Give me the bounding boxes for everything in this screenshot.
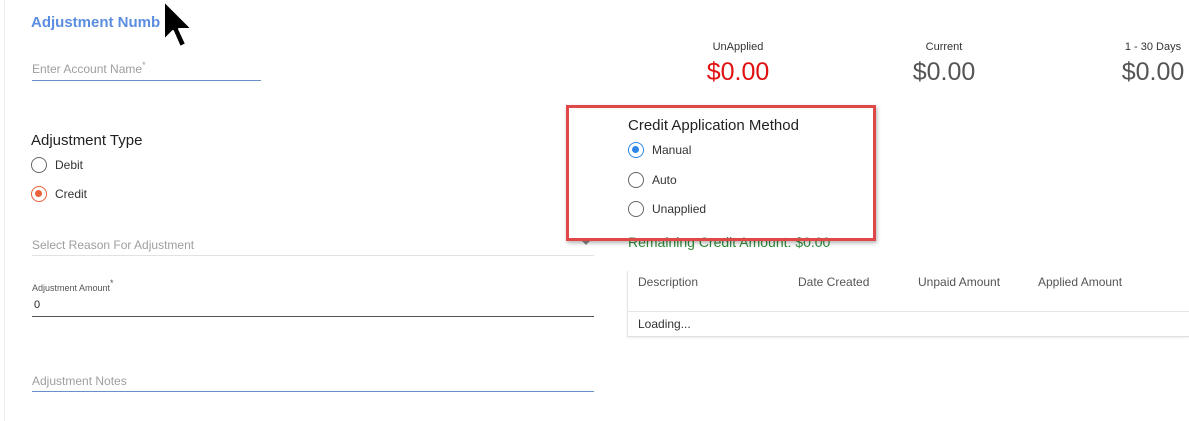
caret-down-icon [582,241,590,245]
account-name-input[interactable]: Enter Account Name* [32,60,261,81]
summary-1-30-days: 1 - 30 Days $0.00 [1105,41,1189,87]
radio-manual-label: Manual [652,143,692,157]
radio-unapplied[interactable]: Unapplied [628,201,706,217]
radio-credit[interactable]: Credit [31,186,87,202]
radio-credit-label: Credit [55,187,88,201]
radio-unapplied-circle[interactable] [628,201,644,217]
radio-debit-label: Debit [55,158,84,172]
adjustment-reason-placeholder: Select Reason For Adjustment [32,238,195,252]
radio-manual-circle[interactable] [628,142,644,158]
adjustment-type-label: Adjustment Type [31,132,143,149]
adjustment-notes-underline [32,391,594,392]
table-loading-text: Loading... [638,317,691,331]
adjustment-amount-input[interactable]: Adjustment Amount* 0 [32,278,594,318]
column-header-date-created[interactable]: Date Created [798,275,869,289]
summary-current-value: $0.00 [912,58,976,86]
radio-auto-circle[interactable] [628,172,644,188]
adjustment-number-title: Adjustment Numb [31,14,161,31]
summary-1-30-days-value: $0.00 [1121,58,1185,86]
summary-unapplied-label: UnApplied [712,41,764,53]
account-name-placeholder: Enter Account Name* [32,60,146,76]
column-header-applied-amount[interactable]: Applied Amount [1038,275,1122,289]
remaining-credit-amount: Remaining Credit Amount: $0.00 [628,234,831,250]
summary-unapplied-value: $0.00 [706,58,770,86]
summary-1-30-days-label: 1 - 30 Days [1124,41,1182,53]
column-header-description[interactable]: Description [638,275,698,289]
radio-debit-circle[interactable] [31,157,47,173]
adjustment-amount-underline [32,316,594,317]
radio-unapplied-label: Unapplied [652,202,707,216]
mouse-pointer-icon [163,0,193,48]
adjustment-amount-value: 0 [34,299,41,311]
left-border [4,0,5,421]
column-header-unpaid-amount[interactable]: Unpaid Amount [918,275,1000,289]
radio-manual[interactable]: Manual [628,142,691,158]
radio-auto-label: Auto [652,173,677,187]
credit-application-method-label: Credit Application Method [628,117,799,134]
summary-current: Current $0.00 [896,41,992,87]
table-header-divider [628,311,1189,312]
radio-auto[interactable]: Auto [628,172,677,188]
adjustment-notes-placeholder: Adjustment Notes [32,374,127,388]
account-name-underline [32,80,261,81]
credit-application-table: Description Date Created Unpaid Amount A… [627,271,1189,337]
summary-current-label: Current [925,41,963,53]
adjustment-reason-underline [32,255,594,256]
adjustment-notes-input[interactable]: Adjustment Notes [32,372,594,392]
radio-credit-circle[interactable] [31,186,47,202]
radio-debit[interactable]: Debit [31,157,83,173]
adjustment-reason-select[interactable]: Select Reason For Adjustment [32,236,594,256]
adjustment-amount-label: Adjustment Amount* [32,278,114,293]
summary-unapplied: UnApplied $0.00 [690,41,786,87]
